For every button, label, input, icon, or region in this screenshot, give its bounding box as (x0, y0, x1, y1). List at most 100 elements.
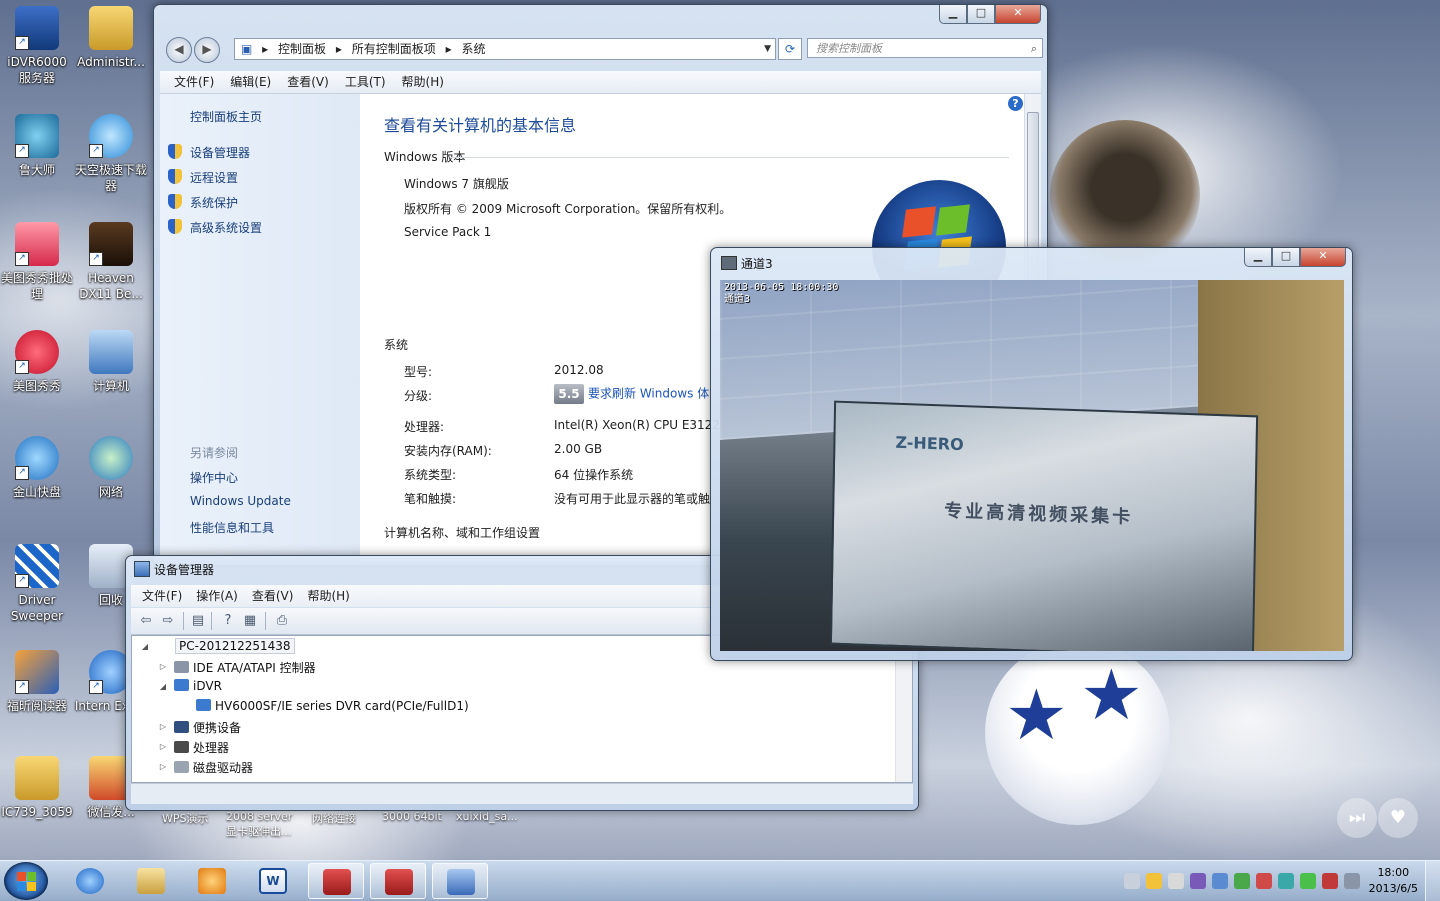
skip-icon[interactable]: ⏭ (1337, 798, 1377, 838)
taskbar-toolbox-1[interactable] (308, 863, 364, 899)
start-button[interactable] (4, 862, 48, 900)
menu-view[interactable]: 查看(V) (247, 585, 299, 607)
maximize-button[interactable]: □ (967, 5, 995, 24)
back-button[interactable]: ◀ (166, 37, 192, 63)
minimize-button[interactable]: ▁ (1244, 248, 1272, 267)
forward-button[interactable]: ▶ (194, 37, 220, 63)
refresh-rating-link[interactable]: 要求刷新 Windows 体 (588, 387, 709, 401)
menu-view[interactable]: 查看(V) (281, 71, 335, 93)
breadcrumb-control-panel[interactable]: 控制面板 (278, 42, 326, 56)
desktop-icon-admin-folder[interactable]: Administr... (74, 6, 148, 70)
portable-device-icon (174, 721, 189, 733)
expand-icon[interactable]: ▷ (158, 722, 168, 731)
tree-node-idvr[interactable]: ◢ iDVR (160, 679, 222, 693)
expand-icon[interactable]: ▷ (158, 762, 168, 771)
desktop-icon-network[interactable]: 网络 (74, 436, 148, 500)
battery-icon[interactable] (1300, 873, 1316, 889)
refresh-button[interactable]: ⟳ (778, 38, 802, 60)
search-input[interactable]: 搜索控制面板 ⌕ (807, 38, 1043, 58)
experience-index-badge[interactable]: 5.5 (554, 384, 584, 404)
tray-app-icon[interactable] (1146, 873, 1162, 889)
breadcrumb-system[interactable]: 系统 (461, 42, 485, 56)
tray-app-icon[interactable] (1212, 873, 1228, 889)
tree-node-portable[interactable]: ▷ 便携设备 (160, 719, 241, 736)
desktop-icon-kuaipan[interactable]: ↗ 金山快盘 (0, 436, 74, 500)
taskbar-idvr[interactable] (432, 863, 488, 899)
chevron-down-icon[interactable]: ▼ (764, 39, 771, 59)
desktop-icon-ludashi[interactable]: ↗ 鲁大师 (0, 114, 74, 178)
forward-arrow-icon[interactable]: ⇨ (159, 612, 177, 630)
network-icon[interactable] (1322, 873, 1338, 889)
menu-help[interactable]: 帮助(H) (302, 585, 354, 607)
minimize-button[interactable]: ▁ (939, 5, 967, 24)
tree-node-disk[interactable]: ▷ 磁盘驱动器 (160, 759, 253, 776)
show-hide-tree-icon[interactable]: ▤ (189, 612, 207, 630)
heart-icon[interactable]: ♥ (1378, 798, 1418, 838)
tray-app-icon[interactable] (1190, 873, 1206, 889)
remote-settings-link[interactable]: 远程设置 (168, 169, 238, 186)
desktop-icon-ic739-folder[interactable]: IC739_3059 (0, 756, 74, 820)
menu-edit[interactable]: 编辑(E) (224, 71, 277, 93)
desktop-icon-heaven[interactable]: ↗ Heaven DX11 Be... (74, 222, 148, 302)
properties-icon[interactable]: ▦ (241, 612, 259, 630)
desktop-icon-label[interactable]: WPS演示 (162, 810, 209, 826)
expand-icon[interactable]: ▷ (158, 662, 168, 671)
expand-icon[interactable]: ▷ (158, 742, 168, 751)
tray-app-icon[interactable] (1168, 873, 1184, 889)
taskbar-toolbox-2[interactable] (370, 863, 426, 899)
taskbar-media-player[interactable] (184, 863, 240, 899)
desktop-icon-foxit[interactable]: ↗ 福昕阅读器 (0, 650, 74, 714)
tray-app-icon[interactable] (1234, 873, 1250, 889)
performance-tools-link[interactable]: 性能信息和工具 (190, 519, 274, 536)
maximize-button[interactable]: □ (1272, 248, 1300, 267)
tray-app-icon[interactable] (1278, 873, 1294, 889)
computer-name-heading: 计算机名称、域和工作组设置 (384, 526, 541, 540)
desktop-icon-meitu-batch[interactable]: ↗ 美图秀秀批处理 (0, 222, 74, 302)
desktop-icon-meitu[interactable]: ↗ 美图秀秀 (0, 330, 74, 394)
control-panel-home-link[interactable]: 控制面板主页 (190, 108, 262, 125)
windows-update-link[interactable]: Windows Update (190, 494, 291, 508)
system-protection-link[interactable]: 系统保护 (168, 194, 238, 211)
collapse-icon[interactable]: ◢ (140, 642, 150, 651)
tray-app-icon[interactable] (1256, 873, 1272, 889)
show-desktop-button[interactable] (1425, 861, 1440, 901)
collapse-icon[interactable]: ◢ (158, 682, 168, 691)
taskbar-word[interactable]: W (245, 863, 301, 899)
advanced-settings-link[interactable]: 高级系统设置 (168, 219, 262, 236)
navigation-bar: ◀ ▶ ▣ ▸ 控制面板 ▸ 所有控制面板项 ▸ 系统 ▼ ⟳ 搜索控制面板 ⌕ (162, 35, 1043, 63)
breadcrumb-all-items[interactable]: 所有控制面板项 (352, 42, 436, 56)
search-icon[interactable]: ⌕ (1031, 39, 1037, 59)
tree-node-processor[interactable]: ▷ 处理器 (160, 739, 229, 756)
desktop-icon-label[interactable]: 网络连接 (312, 810, 356, 826)
back-arrow-icon[interactable]: ⇦ (137, 612, 155, 630)
keyboard-icon[interactable] (1124, 873, 1140, 889)
taskbar-ie[interactable] (62, 863, 118, 899)
desktop-icon-driver-sweeper[interactable]: ↗ Driver Sweeper (0, 544, 74, 624)
menu-file[interactable]: 文件(F) (137, 585, 187, 607)
desktop-icon-computer[interactable]: 计算机 (74, 330, 148, 394)
desktop-icon-label[interactable]: 3000 64bit (382, 810, 442, 823)
menu-tools[interactable]: 工具(T) (339, 71, 392, 93)
volume-icon[interactable] (1344, 873, 1360, 889)
scan-hardware-icon[interactable]: ⎙ (273, 612, 291, 630)
close-button[interactable]: ✕ (1300, 248, 1346, 267)
tree-node-ide[interactable]: ▷ IDE ATA/ATAPI 控制器 (160, 659, 316, 676)
help-icon[interactable]: ? (1008, 96, 1023, 111)
close-button[interactable]: ✕ (995, 5, 1041, 24)
action-center-link[interactable]: 操作中心 (190, 469, 238, 486)
menu-help[interactable]: 帮助(H) (396, 71, 450, 93)
tree-node-dvr-card[interactable]: HV6000SF/IE series DVR card(PCIe/FullD1) (196, 699, 469, 713)
clock[interactable]: 18:00 2013/6/5 (1369, 865, 1418, 897)
menu-action[interactable]: 操作(A) (191, 585, 243, 607)
device-manager-link[interactable]: 设备管理器 (168, 144, 250, 161)
tree-root[interactable]: ◢ PC-201212251438 (140, 638, 295, 654)
desktop-icon-idvr[interactable]: ↗ iDVR6000 服务器 (0, 6, 74, 86)
help-icon[interactable]: ? (219, 612, 237, 630)
desktop-icon-skydownloader[interactable]: ↗ 天空极速下载器 (74, 114, 148, 194)
menu-file[interactable]: 文件(F) (168, 71, 220, 93)
address-bar[interactable]: ▣ ▸ 控制面板 ▸ 所有控制面板项 ▸ 系统 ▼ (234, 38, 776, 60)
video-feed[interactable]: Z-HERO 专业高清视频采集卡 2013-06-05 18:00:30 通道3 (720, 280, 1344, 651)
desktop-icon-label[interactable]: xuixid_sa... (456, 810, 518, 823)
taskbar-explorer[interactable] (123, 863, 179, 899)
desktop-icon-label[interactable]: 2008 server 显卡驱伸出... (226, 810, 301, 839)
